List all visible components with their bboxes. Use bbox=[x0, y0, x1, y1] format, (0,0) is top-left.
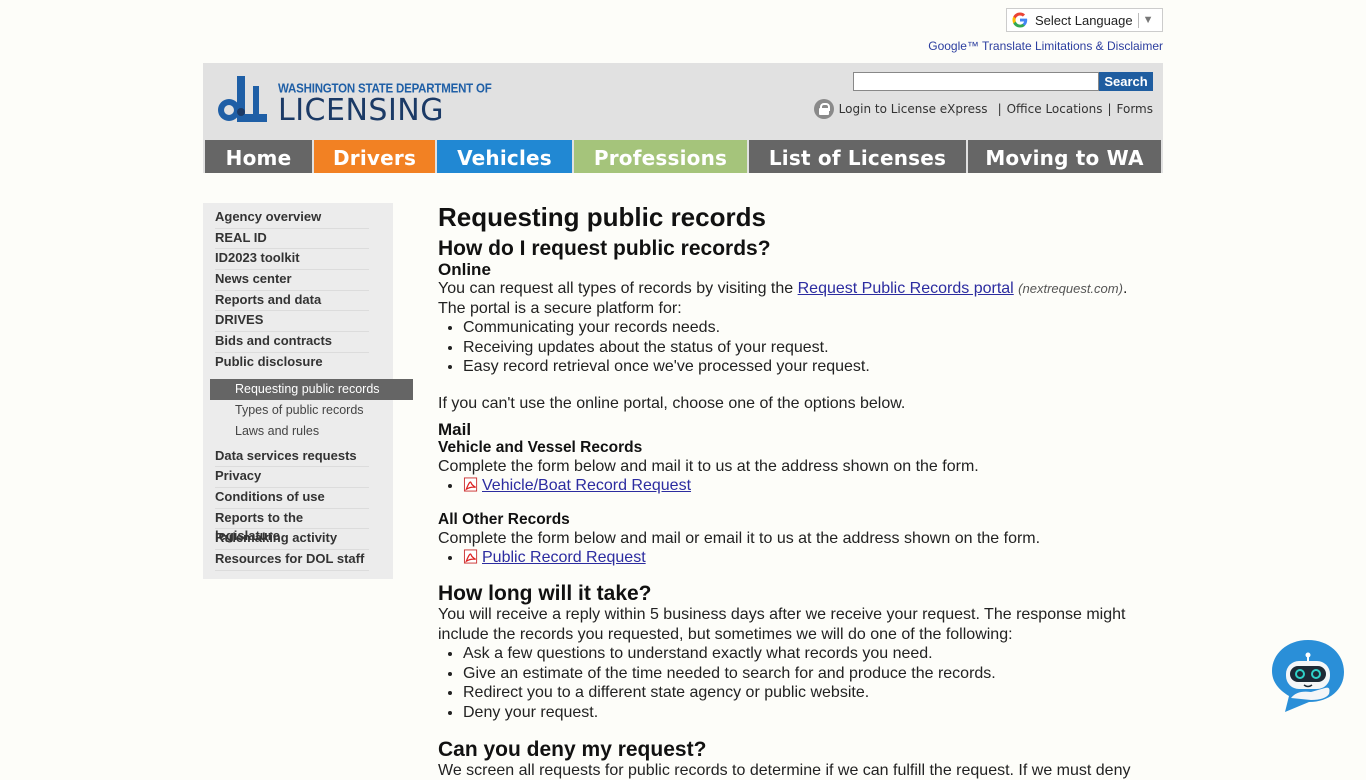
pdf-icon bbox=[463, 477, 479, 492]
divider bbox=[1138, 13, 1139, 28]
search-input[interactable] bbox=[853, 72, 1099, 91]
main-nav: Home Drivers Vehicles Professions List o… bbox=[203, 138, 1163, 173]
request-portal-link[interactable]: Request Public Records portal bbox=[798, 280, 1014, 297]
portal-intro: The portal is a secure platform for: bbox=[438, 299, 1148, 319]
subheading-vehicle-vessel: Vehicle and Vessel Records bbox=[438, 439, 1148, 457]
main-content: Requesting public records How do I reque… bbox=[438, 202, 1148, 780]
subheading-online: Online bbox=[438, 260, 1148, 279]
portal-features-list: Communicating your records needs. Receiv… bbox=[463, 318, 1148, 377]
vehicle-form-list: Vehicle/Boat Record Request bbox=[463, 476, 1148, 496]
portal-domain-note: (nextrequest.com) bbox=[1018, 281, 1123, 296]
list-item: Easy record retrieval once we've process… bbox=[463, 357, 1148, 377]
subheading-mail: Mail bbox=[438, 420, 1148, 439]
search-button[interactable]: Search bbox=[1099, 72, 1153, 91]
vehicle-paragraph: Complete the form below and mail it to u… bbox=[438, 457, 1148, 477]
list-item: Public Record Request bbox=[463, 548, 1148, 568]
nav-moving-to-wa[interactable]: Moving to WA bbox=[968, 140, 1161, 173]
nav-drivers[interactable]: Drivers bbox=[314, 140, 435, 173]
sidebar-subitem-types-of-public-records[interactable]: Types of public records bbox=[235, 400, 393, 421]
subheading-all-other-records: All Other Records bbox=[438, 511, 1148, 529]
nav-vehicles[interactable]: Vehicles bbox=[437, 140, 572, 173]
sidebar-item-reports-to-legislature[interactable]: Reports to the legislature bbox=[215, 509, 369, 530]
google-g-icon bbox=[1011, 11, 1029, 29]
vehicle-boat-record-request-link[interactable]: Vehicle/Boat Record Request bbox=[482, 477, 691, 494]
page-title: Requesting public records bbox=[438, 202, 1148, 232]
response-options-list: Ask a few questions to understand exactl… bbox=[463, 644, 1148, 722]
list-item: Deny your request. bbox=[463, 703, 1148, 723]
list-item: Receiving updates about the status of yo… bbox=[463, 338, 1148, 358]
language-select-label: Select Language bbox=[1035, 13, 1133, 28]
sidebar-item-reports-and-data[interactable]: Reports and data bbox=[215, 291, 369, 312]
sidebar-nav: Agency overview REAL ID ID2023 toolkit N… bbox=[203, 203, 393, 579]
other-form-list: Public Record Request bbox=[463, 548, 1148, 568]
dol-logo[interactable]: WASHINGTON STATE DEPARTMENT OF LICENSING bbox=[217, 76, 492, 126]
list-item: Redirect you to a different state agency… bbox=[463, 683, 1148, 703]
section-heading-how-to-request: How do I request public records? bbox=[438, 238, 1148, 260]
site-header: WASHINGTON STATE DEPARTMENT OF LICENSING… bbox=[203, 63, 1163, 138]
list-item: Give an estimate of the time needed to s… bbox=[463, 664, 1148, 684]
separator: | bbox=[998, 102, 1002, 116]
section-heading-deny: Can you deny my request? bbox=[438, 739, 1148, 761]
sidebar-item-resources-for-dol-staff[interactable]: Resources for DOL staff bbox=[215, 550, 369, 571]
translate-disclaimer-link[interactable]: Google™ Translate Limitations & Disclaim… bbox=[928, 39, 1163, 53]
sidebar-item-rulemaking-activity[interactable]: Rulemaking activity bbox=[215, 529, 369, 550]
forms-link[interactable]: Forms bbox=[1117, 102, 1153, 116]
section-heading-how-long: How long will it take? bbox=[438, 583, 1148, 605]
separator: | bbox=[1107, 102, 1111, 116]
online-paragraph: You can request all types of records by … bbox=[438, 279, 1148, 299]
logo-title: LICENSING bbox=[278, 96, 492, 126]
pdf-icon bbox=[463, 549, 479, 564]
sidebar-item-drives[interactable]: DRIVES bbox=[215, 311, 369, 332]
other-paragraph: Complete the form below and mail or emai… bbox=[438, 529, 1148, 549]
public-record-request-link[interactable]: Public Record Request bbox=[482, 549, 646, 566]
sidebar-item-real-id[interactable]: REAL ID bbox=[215, 229, 369, 250]
list-item: Vehicle/Boat Record Request bbox=[463, 476, 1148, 496]
login-license-express-link[interactable]: Login to License eXpress bbox=[839, 102, 988, 116]
sidebar-subitem-laws-and-rules[interactable]: Laws and rules bbox=[235, 421, 393, 442]
list-item: Ask a few questions to understand exactl… bbox=[463, 644, 1148, 664]
sidebar-item-bids-and-contracts[interactable]: Bids and contracts bbox=[215, 332, 369, 353]
fallback-paragraph: If you can't use the online portal, choo… bbox=[438, 394, 1148, 414]
office-locations-link[interactable]: Office Locations bbox=[1007, 102, 1103, 116]
sidebar-subitem-requesting-public-records[interactable]: Requesting public records bbox=[210, 379, 413, 400]
dropdown-arrow-icon: ▼ bbox=[1143, 14, 1154, 26]
dol-logo-icon bbox=[217, 76, 269, 126]
nav-professions[interactable]: Professions bbox=[574, 140, 747, 173]
lock-icon bbox=[814, 99, 834, 119]
utility-links: Login to License eXpress | Office Locati… bbox=[814, 99, 1153, 119]
online-text: You can request all types of records by … bbox=[438, 280, 798, 297]
sidebar-item-privacy[interactable]: Privacy bbox=[215, 467, 369, 488]
period: . bbox=[1123, 280, 1127, 297]
sidebar-item-conditions-of-use[interactable]: Conditions of use bbox=[215, 488, 369, 509]
sidebar-item-agency-overview[interactable]: Agency overview bbox=[215, 208, 369, 229]
sidebar-item-news-center[interactable]: News center bbox=[215, 270, 369, 291]
logo-subtitle: WASHINGTON STATE DEPARTMENT OF bbox=[278, 82, 492, 96]
language-select[interactable]: Select Language ▼ bbox=[1006, 8, 1163, 32]
nav-home[interactable]: Home bbox=[205, 140, 312, 173]
how-long-paragraph: You will receive a reply within 5 busine… bbox=[438, 605, 1148, 644]
deny-paragraph: We screen all requests for public record… bbox=[438, 761, 1148, 780]
nav-list-of-licenses[interactable]: List of Licenses bbox=[749, 140, 966, 173]
chatbot-icon[interactable] bbox=[1271, 638, 1345, 713]
sidebar-item-id2023-toolkit[interactable]: ID2023 toolkit bbox=[215, 249, 369, 270]
list-item: Communicating your records needs. bbox=[463, 318, 1148, 338]
sidebar-item-data-services-requests[interactable]: Data services requests bbox=[215, 447, 369, 468]
sidebar-item-public-disclosure[interactable]: Public disclosure bbox=[215, 353, 369, 374]
